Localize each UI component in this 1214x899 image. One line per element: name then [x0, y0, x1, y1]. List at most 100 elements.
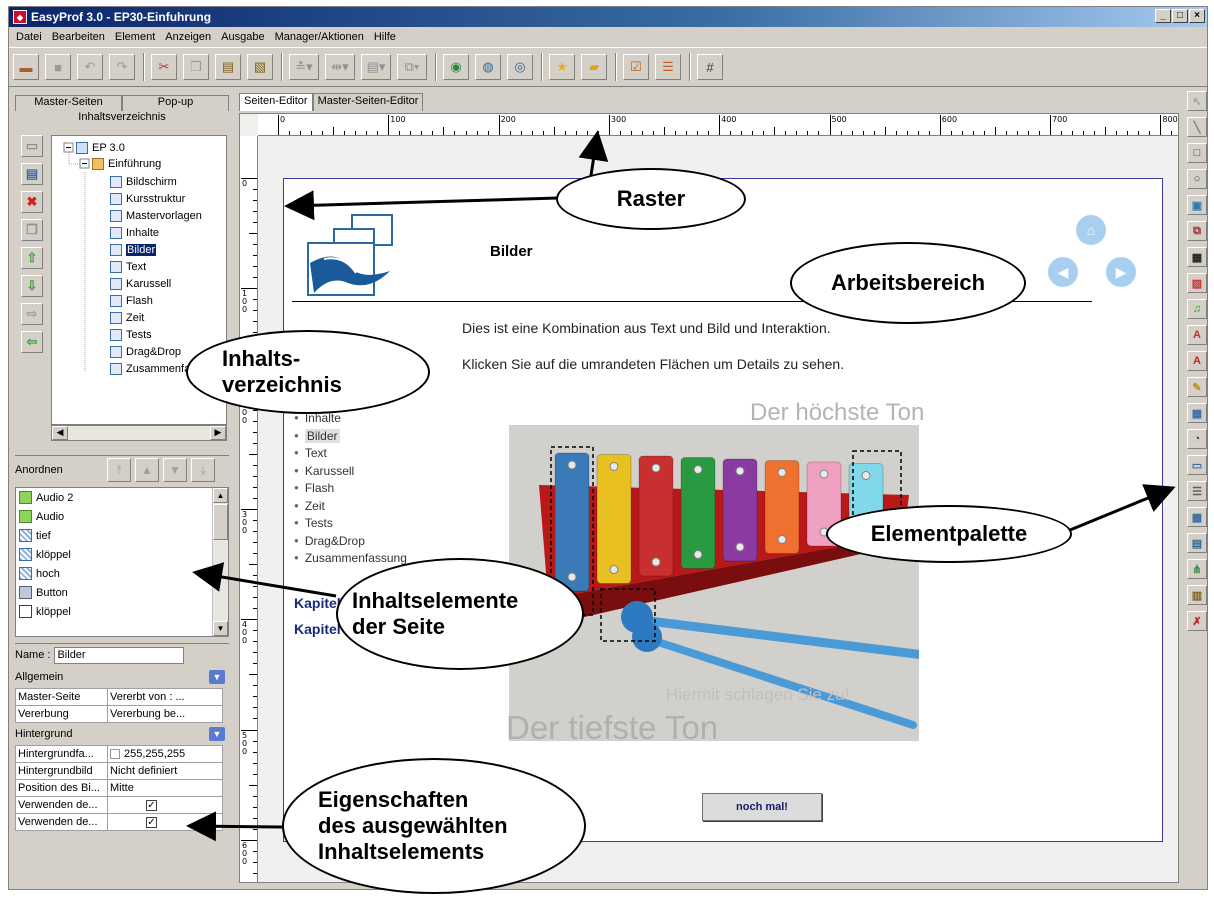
- element-list-item[interactable]: Button: [16, 583, 228, 602]
- menu-datei[interactable]: Datei: [11, 31, 47, 43]
- move-up-button[interactable]: ⇧: [21, 247, 43, 269]
- save-button[interactable]: ■: [45, 54, 71, 80]
- element-list-item[interactable]: klöppel: [16, 602, 228, 621]
- delete-button[interactable]: ✖: [21, 191, 43, 213]
- copy-button[interactable]: ❐: [183, 54, 209, 80]
- minimize-button[interactable]: _: [1155, 9, 1171, 23]
- menu-bearbeiten[interactable]: Bearbeiten: [47, 31, 110, 43]
- text-art-tool-button[interactable]: A: [1187, 325, 1207, 345]
- chapter-list-item[interactable]: Tests: [294, 514, 407, 532]
- new-page-button[interactable]: ▭: [21, 135, 43, 157]
- line-tool-button[interactable]: ╲: [1187, 117, 1207, 137]
- chapter-list-item[interactable]: Zusammenfassung: [294, 549, 407, 567]
- menu-anzeigen[interactable]: Anzeigen: [160, 31, 216, 43]
- cut-button[interactable]: ✂: [151, 54, 177, 80]
- scroll-down-icon[interactable]: ▼: [213, 621, 228, 636]
- home-icon[interactable]: ⌂: [1076, 215, 1106, 245]
- paste-button[interactable]: ▤: [215, 54, 241, 80]
- tab-master-seiten-editor[interactable]: Master-Seiten-Editor: [312, 93, 424, 111]
- outdent-button[interactable]: ⇦: [21, 331, 43, 353]
- tree-page[interactable]: Mastervorlagen: [110, 208, 202, 224]
- clipboard-tool-button[interactable]: ▥: [1187, 585, 1207, 605]
- chapter-list-item[interactable]: Inhalte: [294, 409, 407, 427]
- edit-check-button[interactable]: ☑: [623, 54, 649, 80]
- move-down-button[interactable]: ⇩: [21, 275, 43, 297]
- size-dropdown-button[interactable]: ▤▾: [361, 54, 391, 80]
- text-tool-button[interactable]: A: [1187, 351, 1207, 371]
- export-button[interactable]: ◎: [507, 54, 533, 80]
- copy-page-button[interactable]: ❐: [21, 219, 43, 241]
- element-list-item[interactable]: Audio 2: [16, 488, 228, 507]
- element-list-scrollbar[interactable]: ▲ ▼: [212, 488, 228, 636]
- indent-button[interactable]: ⇨: [21, 303, 43, 325]
- page-button[interactable]: ▤: [21, 163, 43, 185]
- scroll-thumb[interactable]: [213, 504, 228, 540]
- chapter-list-item[interactable]: Zeit: [294, 497, 407, 515]
- publish-web-button[interactable]: ◍: [475, 54, 501, 80]
- close-button[interactable]: ×: [1189, 9, 1205, 23]
- tab-seiten-editor[interactable]: Seiten-Editor: [239, 93, 313, 111]
- tree-page[interactable]: Text: [110, 259, 146, 275]
- chapter-2-heading[interactable]: Kapitel 2: [294, 595, 352, 611]
- tree-page[interactable]: Kursstruktur: [110, 191, 185, 207]
- previous-icon[interactable]: ◀: [1048, 257, 1078, 287]
- element-list-item[interactable]: hoch: [16, 564, 228, 583]
- property-checkbox[interactable]: ✓: [146, 817, 157, 828]
- tree-page[interactable]: Inhalte: [110, 225, 159, 241]
- document-tool-button[interactable]: ▤: [1187, 533, 1207, 553]
- rectangle-tool-button[interactable]: □: [1187, 143, 1207, 163]
- audio-element-icon[interactable]: [816, 273, 836, 293]
- audio-tool-button[interactable]: ♫: [1187, 299, 1207, 319]
- property-value[interactable]: 255,255,255: [107, 745, 223, 763]
- chapter-list-item[interactable]: Karussell: [294, 462, 407, 480]
- collapse-arrow-icon[interactable]: ▼: [209, 670, 225, 684]
- maximize-button[interactable]: □: [1172, 9, 1188, 23]
- send-backward-button[interactable]: ▼: [163, 457, 187, 482]
- video-tool-button[interactable]: ▦: [1187, 247, 1207, 267]
- rubber-stamp-button[interactable]: ▬: [13, 54, 39, 80]
- work-area[interactable]: 0 100 200 300 400 500 600 700 800 0 100 200 300 400 5…: [239, 113, 1179, 883]
- chapter-1-heading[interactable]: Kapitel 1: [294, 343, 352, 359]
- property-value[interactable]: ✓: [107, 796, 223, 814]
- noch-mal-button[interactable]: noch mal!: [702, 793, 822, 821]
- image-tool-button[interactable]: ▣: [1187, 195, 1207, 215]
- menu-manager-aktionen[interactable]: Manager/Aktionen: [270, 31, 369, 43]
- chapter-list-item[interactable]: Flash: [294, 479, 407, 497]
- carousel-tool-button[interactable]: ◔: [1187, 429, 1207, 449]
- tab-master-seiten[interactable]: Master-Seiten: [15, 95, 122, 111]
- property-value[interactable]: Vererbt von : ...: [107, 688, 223, 706]
- scroll-right-icon[interactable]: ▶: [210, 426, 226, 440]
- form-button[interactable]: ☰: [655, 54, 681, 80]
- property-value[interactable]: ✓: [107, 813, 223, 831]
- undo-button[interactable]: ↶: [77, 54, 103, 80]
- property-value[interactable]: Vererbung be...: [107, 705, 223, 723]
- toc-horizontal-scrollbar[interactable]: ◀ ▶: [51, 425, 227, 441]
- tree-root[interactable]: EP 3.0: [76, 140, 125, 156]
- tree-page[interactable]: Zeit: [110, 310, 144, 326]
- image-set-tool-button[interactable]: ⧉: [1187, 221, 1207, 241]
- flash-tool-button[interactable]: ▨: [1187, 273, 1207, 293]
- folder-star-button[interactable]: ▰: [581, 54, 607, 80]
- hotspot-tool-button[interactable]: ▩: [1187, 507, 1207, 527]
- tree-page[interactable]: Tests: [110, 327, 152, 343]
- bring-forward-button[interactable]: ▲: [135, 457, 159, 482]
- chapter-3-heading[interactable]: Kapitel 3: [294, 621, 352, 637]
- property-value[interactable]: Mitte: [107, 779, 223, 797]
- tree-page[interactable]: Drag&Drop: [110, 344, 181, 360]
- ellipse-tool-button[interactable]: ○: [1187, 169, 1207, 189]
- star-button[interactable]: ★: [549, 54, 575, 80]
- scroll-left-icon[interactable]: ◀: [52, 426, 68, 440]
- distribute-dropdown-button[interactable]: ⇹▾: [325, 54, 355, 80]
- tree-page[interactable]: Flash: [110, 293, 153, 309]
- scroll-up-icon[interactable]: ▲: [213, 488, 228, 503]
- list-tool-button[interactable]: ☰: [1187, 481, 1207, 501]
- property-checkbox[interactable]: ✓: [146, 800, 157, 811]
- table-tool-button[interactable]: ▦: [1187, 403, 1207, 423]
- pointer-tool-button[interactable]: ↖: [1187, 91, 1207, 111]
- bring-to-front-button[interactable]: ⤒: [107, 457, 131, 482]
- note-tool-button[interactable]: ✎: [1187, 377, 1207, 397]
- grid-button[interactable]: #: [697, 54, 723, 80]
- tree-page[interactable]: Bilder: [110, 242, 157, 258]
- paste-special-button[interactable]: ▧: [247, 54, 273, 80]
- tree-chapter[interactable]: Einführung: [92, 156, 161, 172]
